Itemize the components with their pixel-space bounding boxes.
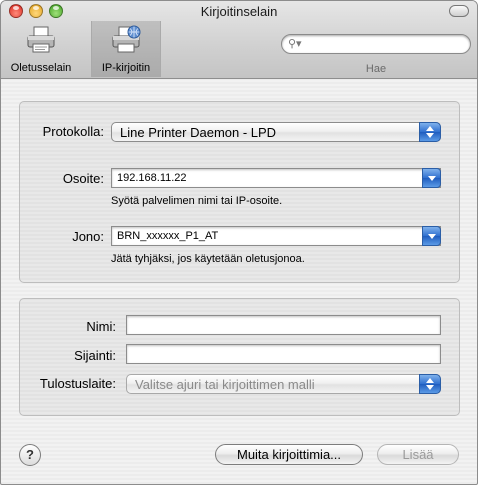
name-field[interactable] — [126, 315, 441, 335]
protocol-popup[interactable]: Line Printer Daemon - LPD — [111, 122, 441, 142]
address-label: Osoite: — [62, 171, 104, 186]
queue-field[interactable]: BRN_xxxxxx_P1_AT — [111, 226, 441, 246]
search-box: ⚲▾ — [281, 34, 471, 54]
network-printer-icon — [112, 25, 141, 53]
help-button[interactable]: ? — [19, 444, 41, 466]
printer-browser-window: Kirjoitinselain Oletusselain IP-kirjoiti… — [0, 0, 478, 485]
address-dropdown-button[interactable] — [422, 168, 441, 188]
tab-default-browser-label: Oletusselain — [10, 62, 72, 74]
window-title: Kirjoitinselain — [200, 4, 278, 19]
address-hint: Syötä palvelimen nimi tai IP-osoite. — [111, 195, 283, 207]
protocol-value: Line Printer Daemon - LPD — [120, 125, 277, 140]
address-value: 192.168.11.22 — [117, 172, 187, 184]
queue-dropdown-button[interactable] — [422, 226, 441, 246]
search-icon[interactable]: ⚲▾ — [288, 37, 302, 50]
protocol-label: Protokolla: — [42, 124, 104, 139]
search-input[interactable] — [281, 34, 471, 54]
more-printers-button[interactable]: Muita kirjoittimia... — [215, 444, 363, 465]
tab-ip-printer-label: IP-kirjoitin — [101, 62, 151, 74]
print-device-popup[interactable]: Valitse ajuri tai kirjoittimen malli — [126, 374, 441, 394]
queue-value: BRN_xxxxxx_P1_AT — [117, 230, 219, 242]
popup-arrows-icon — [419, 374, 441, 394]
print-device-value: Valitse ajuri tai kirjoittimen malli — [135, 377, 315, 392]
location-label: Sijainti: — [74, 348, 116, 363]
tab-ip-printer[interactable]: IP-kirjoitin — [91, 21, 161, 77]
name-label: Nimi: — [86, 319, 116, 334]
queue-hint: Jätä tyhjäksi, jos käytetään oletusjonoa… — [111, 253, 305, 265]
tab-default-browser[interactable]: Oletusselain — [4, 21, 78, 77]
popup-arrows-icon — [419, 122, 441, 142]
queue-label: Jono: — [72, 229, 104, 244]
address-field[interactable]: 192.168.11.22 — [111, 168, 441, 188]
printer-icon — [27, 26, 55, 53]
location-field[interactable] — [126, 344, 441, 364]
add-button[interactable]: Lisää — [377, 444, 459, 465]
title-toolbar: Kirjoitinselain Oletusselain IP-kirjoiti… — [1, 1, 477, 79]
print-device-label: Tulostuslaite: — [39, 376, 116, 391]
search-label: Hae — [365, 63, 387, 75]
toolbar-toggle-button[interactable] — [449, 5, 469, 17]
